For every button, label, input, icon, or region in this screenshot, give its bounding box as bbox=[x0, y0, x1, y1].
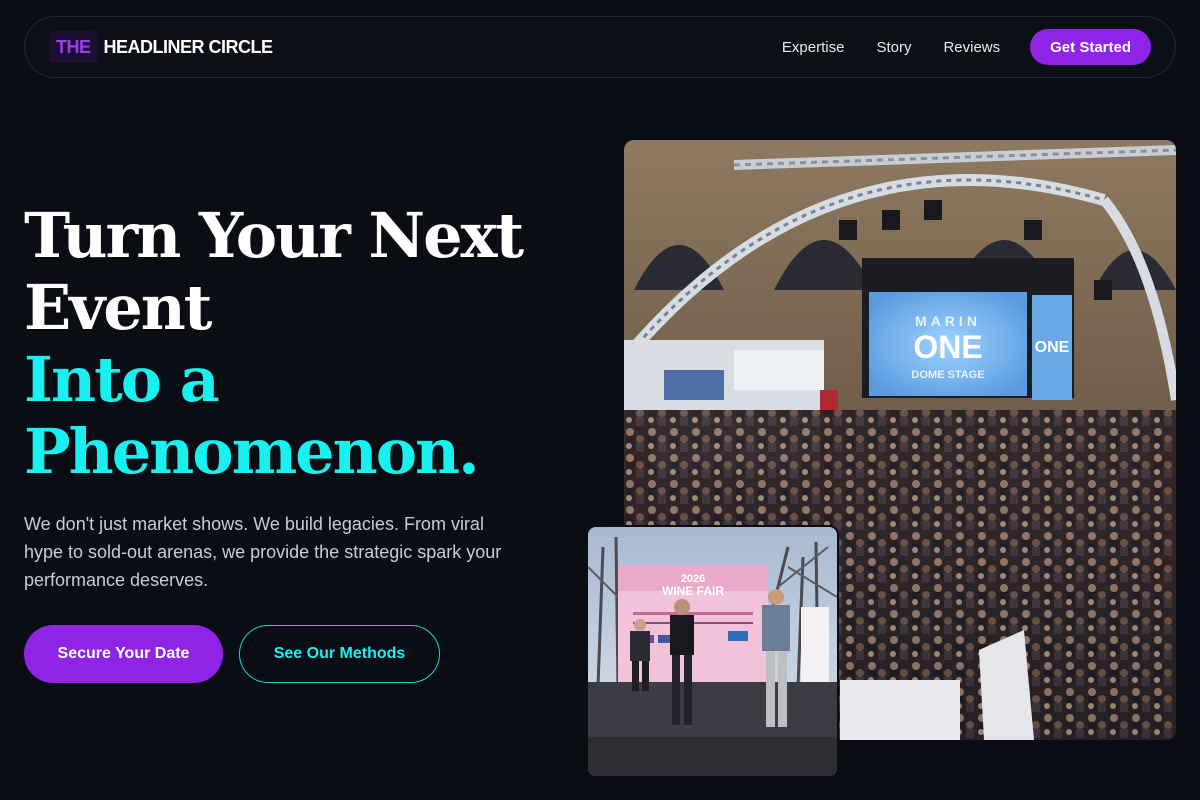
secure-your-date-button[interactable]: Secure Your Date bbox=[24, 625, 223, 683]
hero-title-line-3: Into a bbox=[24, 343, 220, 416]
side-screen-text: ONE bbox=[1035, 339, 1070, 356]
hero-title-line-2: Event bbox=[24, 271, 212, 344]
hero-title-line-1: Turn Your Next bbox=[24, 199, 524, 272]
hero-description: We don't just market shows. We build leg… bbox=[24, 514, 502, 590]
logo-text: HEADLINER CIRCLE bbox=[103, 36, 274, 57]
stage-screen-text-2: ONE bbox=[913, 329, 982, 365]
nav-link-story[interactable]: Story bbox=[876, 39, 911, 56]
get-started-button[interactable]: Get Started bbox=[1030, 29, 1151, 65]
banner-title: WINE FAIR bbox=[662, 584, 724, 598]
nav-link-expertise[interactable]: Expertise bbox=[782, 39, 845, 56]
stage-screen-text-3: DOME STAGE bbox=[911, 369, 984, 381]
logo-mark: THE bbox=[49, 31, 98, 63]
nav-link-reviews[interactable]: Reviews bbox=[943, 39, 1000, 56]
hero-title: Turn Your Next Event Into a Phenomenon. bbox=[24, 200, 584, 488]
top-navbar: THE HEADLINER CIRCLE Expertise Story Rev… bbox=[24, 16, 1176, 78]
nav-links: Expertise Story Reviews Get Started bbox=[782, 29, 1151, 65]
see-our-methods-button[interactable]: See Our Methods bbox=[239, 625, 440, 683]
stage-screen-text-1: MARIN bbox=[915, 313, 981, 329]
hero-title-line-4: Phenomenon. bbox=[24, 415, 480, 488]
wine-fair-photo: 2026 WINE FAIR bbox=[588, 527, 837, 776]
brand-logo[interactable]: THE HEADLINER CIRCLE bbox=[49, 31, 273, 63]
